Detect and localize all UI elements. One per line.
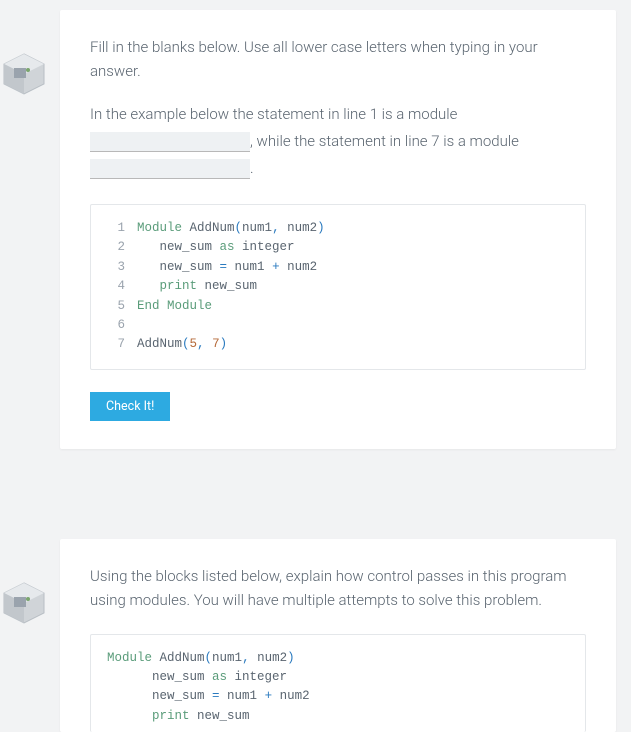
line-number: 5 [107, 297, 125, 316]
code-line: 5End Module [107, 297, 569, 316]
code-block-1: 1Module AddNum(num1, num2)2 new_sum as i… [90, 204, 586, 370]
code-line: 7AddNum(5, 7) [107, 335, 569, 354]
line-number: 1 [107, 219, 125, 238]
code-line: 3 new_sum = num1 + num2 [107, 258, 569, 277]
code-line: 1Module AddNum(num1, num2) [107, 219, 569, 238]
code-line: Module AddNum(num1, num2) [107, 649, 569, 668]
stem-text-3: . [250, 159, 254, 177]
code-line: 2 new_sum as integer [107, 238, 569, 257]
line-number: 4 [107, 277, 125, 296]
question-card-1: Fill in the blanks below. Use all lower … [60, 10, 616, 449]
line-number: 6 [107, 316, 125, 335]
code-block-2: Module AddNum(num1, num2) new_sum as int… [90, 634, 586, 732]
code-line: new_sum as integer [107, 668, 569, 687]
blank-input-2[interactable] [90, 159, 250, 179]
stem-text-2: , while the statement in line 7 is a mod… [250, 132, 519, 150]
code-line: print new_sum [107, 707, 569, 726]
line-number: 2 [107, 238, 125, 257]
code-line: 6 [107, 316, 569, 335]
blank-input-1[interactable] [90, 132, 250, 152]
question-stem: In the example below the statement in li… [90, 101, 586, 182]
line-number: 7 [107, 335, 125, 354]
code-line: new_sum = num1 + num2 [107, 687, 569, 706]
avatar-icon [0, 579, 48, 627]
check-it-button[interactable]: Check It! [90, 392, 170, 421]
avatar-icon [0, 50, 48, 98]
instructions-text: Fill in the blanks below. Use all lower … [90, 35, 586, 83]
code-line: 4 print new_sum [107, 277, 569, 296]
stem-text-1: In the example below the statement in li… [90, 105, 457, 123]
question-card-2: Using the blocks listed below, explain h… [60, 539, 616, 732]
line-number: 3 [107, 258, 125, 277]
instructions-text: Using the blocks listed below, explain h… [90, 564, 586, 612]
